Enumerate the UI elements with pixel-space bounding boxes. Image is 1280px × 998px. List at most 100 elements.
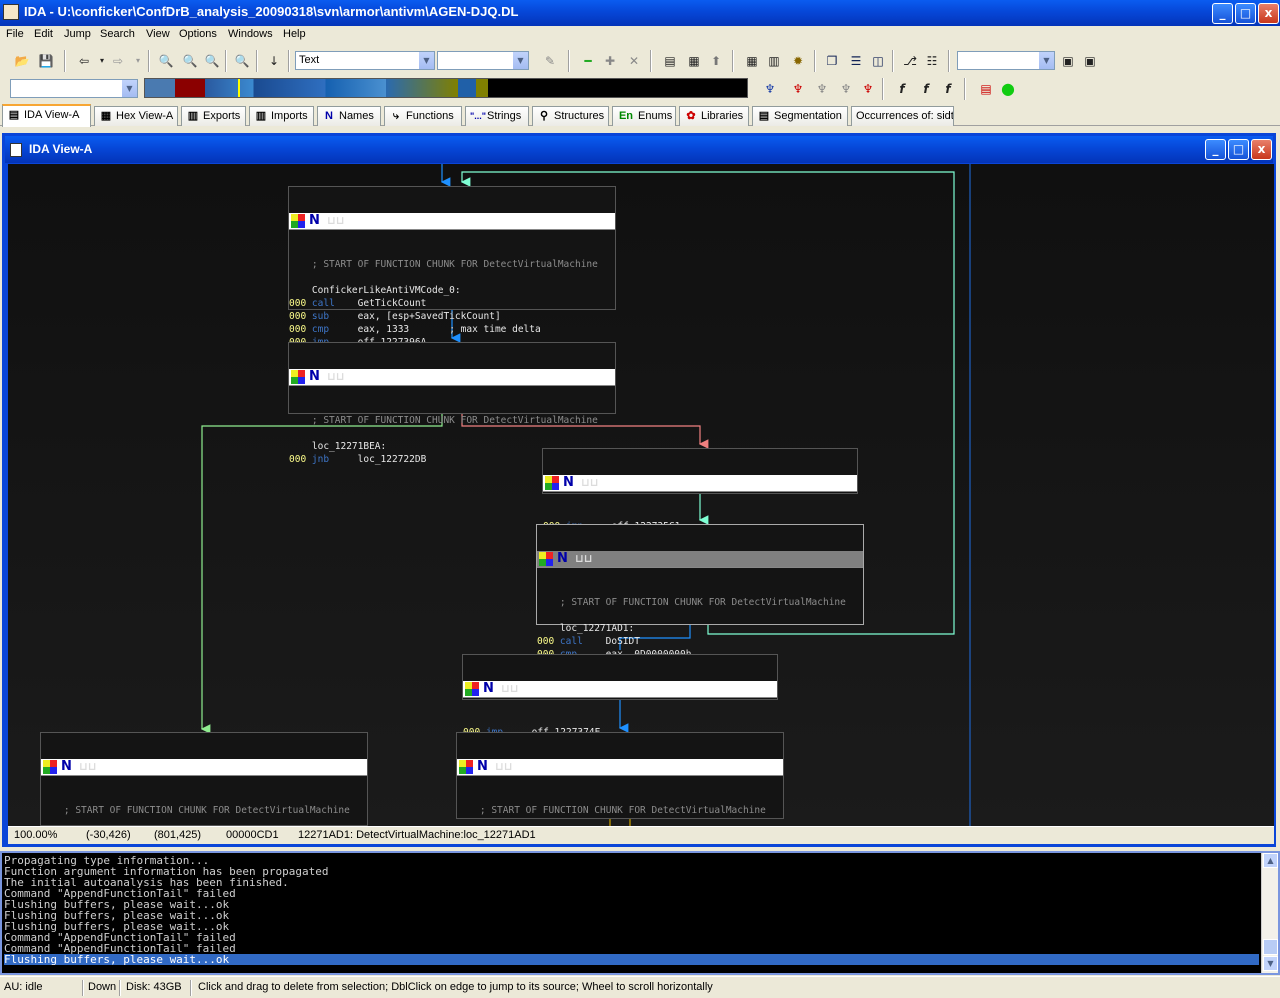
rename-n-icon[interactable]: N <box>557 552 571 566</box>
group-nodes-icon[interactable]: ⊔⊔ <box>327 370 345 384</box>
rename-n-icon[interactable]: N <box>477 760 491 774</box>
color-palette-icon[interactable] <box>291 370 305 384</box>
graph-node-header[interactable]: N ⊔⊔ <box>289 369 615 386</box>
disasm-line[interactable]: ConfickerLikeAntiVMCode_0: <box>289 284 614 297</box>
tab-enums[interactable]: En Enums <box>612 106 676 126</box>
color-palette-icon[interactable] <box>291 214 305 228</box>
graph-view[interactable]: N ⊔⊔ ; START OF FUNCTION CHUNK FOR Detec… <box>8 164 1274 826</box>
save-icon[interactable]: 💾 <box>36 51 56 71</box>
subwindow-maximize-button[interactable]: □ <box>1228 139 1249 160</box>
flow-chart-icon[interactable]: ♆ <box>760 79 780 99</box>
search-binoculars-icon[interactable]: 🔍 <box>156 51 176 71</box>
chevron-down-icon[interactable]: ▼ <box>512 52 528 69</box>
disasm-line[interactable]: ; START OF FUNCTION CHUNK FOR DetectVirt… <box>41 804 366 817</box>
tab-occurrences-sidt[interactable]: Occurrences of: sidt <box>851 106 954 126</box>
graph-node-header[interactable]: N ⊔⊔ <box>41 759 367 776</box>
search-text-binoculars-icon[interactable]: 🔍 <box>202 51 222 71</box>
user-xrefs-icon[interactable]: ♆ <box>858 79 878 99</box>
back-arrow-icon[interactable]: ⇦ <box>74 51 94 71</box>
tab-libraries[interactable]: ✿ Libraries <box>679 106 749 126</box>
expand-plus-icon[interactable]: ✚ <box>600 51 620 71</box>
menu-edit[interactable]: Edit <box>34 28 53 40</box>
collapse-minus-icon[interactable]: ━ <box>578 51 598 71</box>
function-calls-icon[interactable]: ♆ <box>788 79 808 99</box>
left-segment-combo[interactable]: ▼ <box>10 79 138 98</box>
scrollbar-thumb[interactable] <box>1263 939 1278 955</box>
menu-options[interactable]: Options <box>179 28 217 40</box>
disasm-line[interactable]: 000 sub eax, [esp+SavedTickCount] <box>289 310 614 323</box>
graph-node-header[interactable]: N ⊔⊔ <box>457 759 783 776</box>
script-file-icon[interactable]: ▤ <box>976 79 996 99</box>
graph-node[interactable]: N ⊔⊔ 000 jmp off_122735C1 ; END OF FUNCT… <box>542 448 858 545</box>
scroll-down-arrow-icon[interactable]: ▼ <box>1263 956 1278 971</box>
pencil-icon[interactable]: ✎ <box>540 51 560 71</box>
disasm-line[interactable]: ; START OF FUNCTION CHUNK FOR DetectVirt… <box>537 596 862 609</box>
title-bar[interactable]: IDA - U:\conficker\ConfDrB_analysis_2009… <box>0 0 1280 26</box>
function-end-icon[interactable]: f <box>938 79 958 99</box>
group-nodes-icon[interactable]: ⊔⊔ <box>575 552 593 566</box>
tab-hex-view-a[interactable]: ▦ Hex View-A <box>94 106 178 126</box>
menu-windows[interactable]: Windows <box>228 28 273 40</box>
tab-imports[interactable]: ▥ Imports <box>249 106 314 126</box>
graph-node-header[interactable]: N ⊔⊔ <box>289 213 615 230</box>
rename-n-icon[interactable]: N <box>563 476 577 490</box>
search-next-binoculars-icon[interactable]: 🔍 <box>180 51 200 71</box>
disasm-line[interactable]: 000 call DoSIDT <box>537 635 862 648</box>
menu-jump[interactable]: Jump <box>64 28 91 40</box>
display-mode-combo[interactable]: Text ▼ <box>295 51 435 70</box>
chevron-down-icon[interactable]: ▼ <box>418 52 434 69</box>
group-nodes-icon[interactable]: ⊔⊔ <box>495 760 513 774</box>
color-palette-icon[interactable] <box>459 760 473 774</box>
list-view-icon[interactable]: ☷ <box>922 51 942 71</box>
window-cascade-icon[interactable]: ❐ <box>822 51 842 71</box>
tab-structures[interactable]: ⚲ Structures <box>532 106 609 126</box>
close-button[interactable]: x <box>1258 3 1279 24</box>
hex-dump-icon[interactable]: ▦ <box>684 51 704 71</box>
menu-file[interactable]: File <box>6 28 24 40</box>
edit-function-icon[interactable]: f <box>916 79 936 99</box>
disasm-line[interactable]: ; START OF FUNCTION CHUNK FOR DetectVirt… <box>289 414 614 427</box>
scroll-up-arrow-icon[interactable]: ▲ <box>1263 853 1278 868</box>
output-window[interactable]: Propagating type information... Function… <box>0 851 1280 975</box>
maximize-button[interactable]: □ <box>1235 3 1256 24</box>
disasm-line[interactable] <box>289 271 614 284</box>
right-toolbar-combo[interactable]: ▼ <box>957 51 1055 70</box>
tab-functions[interactable]: ⤷ Functions <box>384 106 462 126</box>
unexplored-icon[interactable]: ⬆ <box>706 51 726 71</box>
delete-x-icon[interactable]: ✕ <box>624 51 644 71</box>
minimize-button[interactable]: _ <box>1212 3 1233 24</box>
ida-view-a-title-bar[interactable]: IDA View-A _ □ x <box>5 136 1273 163</box>
graph-node-selected[interactable]: N ⊔⊔ ; START OF FUNCTION CHUNK FOR Detec… <box>536 524 864 673</box>
rename-n-icon[interactable]: N <box>483 682 497 696</box>
color-palette-icon[interactable] <box>43 760 57 774</box>
disasm-line[interactable]: 000 cmp eax, 1333 ; max time delta <box>289 323 614 336</box>
disasm-line[interactable] <box>537 609 862 622</box>
disasm-line[interactable]: ; START OF FUNCTION CHUNK FOR DetectVirt… <box>289 258 614 271</box>
forward-dropdown-icon[interactable]: ▾ <box>128 51 148 71</box>
disasm-line[interactable] <box>457 817 782 826</box>
color-palette-icon[interactable] <box>539 552 553 566</box>
debugger-icon[interactable]: ▣ <box>1058 51 1078 71</box>
group-nodes-icon[interactable]: ⊔⊔ <box>327 214 345 228</box>
disasm-line[interactable] <box>41 817 366 826</box>
forward-arrow-icon[interactable]: ⇨ <box>108 51 128 71</box>
chevron-down-icon[interactable]: ▼ <box>1038 52 1054 69</box>
calculator-icon[interactable]: ▦ <box>742 51 762 71</box>
xrefs-graph-icon[interactable]: ⎇ <box>900 51 920 71</box>
subwindow-minimize-button[interactable]: _ <box>1205 139 1226 160</box>
tab-exports[interactable]: ▥ Exports <box>181 106 246 126</box>
disasm-line[interactable]: loc_12271AD1: <box>537 622 862 635</box>
color-palette-icon[interactable] <box>545 476 559 490</box>
tab-ida-view-a[interactable]: ▤ IDA View-A <box>2 104 91 127</box>
tab-segmentation[interactable]: ▤ Segmentation <box>752 106 848 126</box>
graph-node-header[interactable]: N ⊔⊔ <box>537 551 863 568</box>
graph-node-header[interactable]: N ⊔⊔ <box>463 681 777 698</box>
window-tile-horizontal-icon[interactable]: ☰ <box>846 51 866 71</box>
xrefs-to-icon[interactable]: ♆ <box>812 79 832 99</box>
menu-search[interactable]: Search <box>100 28 135 40</box>
menu-help[interactable]: Help <box>283 28 306 40</box>
gear-icon[interactable]: ✹ <box>788 51 808 71</box>
graph-node-header[interactable]: N ⊔⊔ <box>543 475 857 492</box>
tab-strings[interactable]: "..."Strings <box>465 106 529 126</box>
search-immediate-icon[interactable]: 🔍 <box>232 51 252 71</box>
